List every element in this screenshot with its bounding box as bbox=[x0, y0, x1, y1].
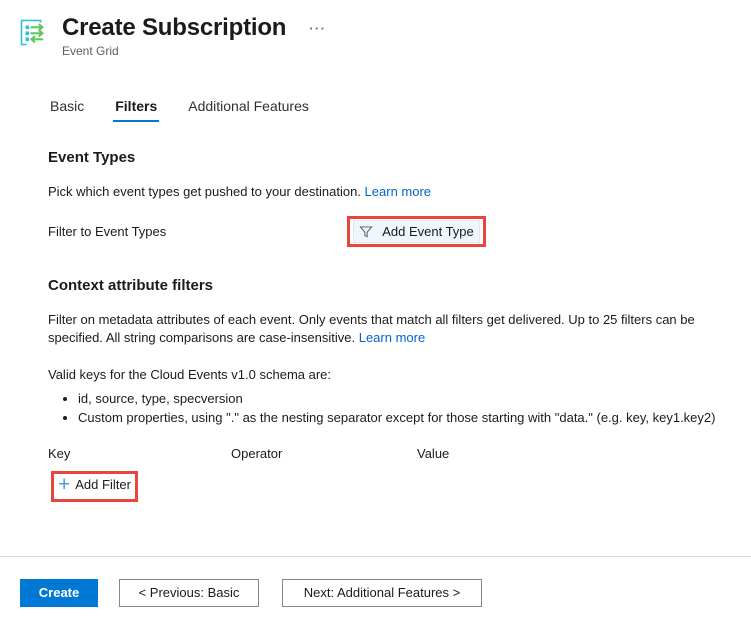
tab-additional-features[interactable]: Additional Features bbox=[186, 97, 311, 122]
next-additional-features-button[interactable]: Next: Additional Features > bbox=[282, 578, 482, 607]
tab-filters[interactable]: Filters bbox=[113, 97, 160, 122]
page-title: Create Subscription bbox=[62, 14, 287, 41]
plus-icon: + bbox=[58, 473, 71, 496]
valid-keys-list: id, source, type, specversion Custom pro… bbox=[48, 389, 751, 427]
column-header-operator: Operator bbox=[231, 446, 283, 461]
column-header-key: Key bbox=[48, 446, 71, 461]
event-types-description: Pick which event types get pushed to you… bbox=[48, 183, 724, 201]
more-options-icon[interactable]: ⋯ bbox=[308, 20, 327, 37]
context-filters-description: Filter on metadata attributes of each ev… bbox=[48, 311, 724, 347]
tab-bar: Basic Filters Additional Features bbox=[0, 92, 751, 122]
event-types-heading: Event Types bbox=[48, 149, 136, 166]
context-filters-learn-more-link[interactable]: Learn more bbox=[359, 330, 425, 345]
add-event-type-label: Add Event Type bbox=[382, 224, 474, 239]
list-item: id, source, type, specversion bbox=[78, 389, 751, 408]
main-content: Event Types Pick which event types get p… bbox=[0, 148, 751, 511]
valid-keys-intro: Valid keys for the Cloud Events v1.0 sch… bbox=[48, 367, 332, 382]
add-event-type-button[interactable]: Add Event Type bbox=[353, 220, 480, 243]
event-types-learn-more-link[interactable]: Learn more bbox=[365, 184, 431, 199]
filter-to-event-types-label: Filter to Event Types bbox=[48, 223, 167, 239]
column-header-value: Value bbox=[417, 446, 450, 461]
add-filter-row: + Add Filter bbox=[48, 471, 751, 511]
title-area: Create Subscription ⋯ Event Grid bbox=[62, 14, 327, 59]
add-filter-label: Add Filter bbox=[75, 477, 131, 492]
context-filters-heading: Context attribute filters bbox=[48, 277, 214, 294]
list-item: Custom properties, using "." as the nest… bbox=[78, 408, 751, 427]
title-row: Create Subscription ⋯ bbox=[62, 14, 327, 42]
wizard-footer: Create < Previous: Basic Next: Additiona… bbox=[0, 556, 751, 628]
filters-table-header: Key Operator Value bbox=[48, 446, 751, 464]
page-header: Create Subscription ⋯ Event Grid bbox=[0, 0, 751, 58]
previous-basic-button[interactable]: < Previous: Basic bbox=[119, 578, 259, 607]
page-subtitle: Event Grid bbox=[62, 44, 119, 58]
tab-basic[interactable]: Basic bbox=[48, 97, 86, 122]
filter-to-event-types-row: Filter to Event Types Add Event Type bbox=[48, 216, 751, 247]
event-types-description-text: Pick which event types get pushed to you… bbox=[48, 184, 361, 199]
create-button[interactable]: Create bbox=[20, 578, 98, 607]
event-grid-icon bbox=[18, 16, 52, 50]
funnel-icon bbox=[359, 225, 373, 239]
add-filter-button[interactable]: + Add Filter bbox=[58, 473, 131, 496]
